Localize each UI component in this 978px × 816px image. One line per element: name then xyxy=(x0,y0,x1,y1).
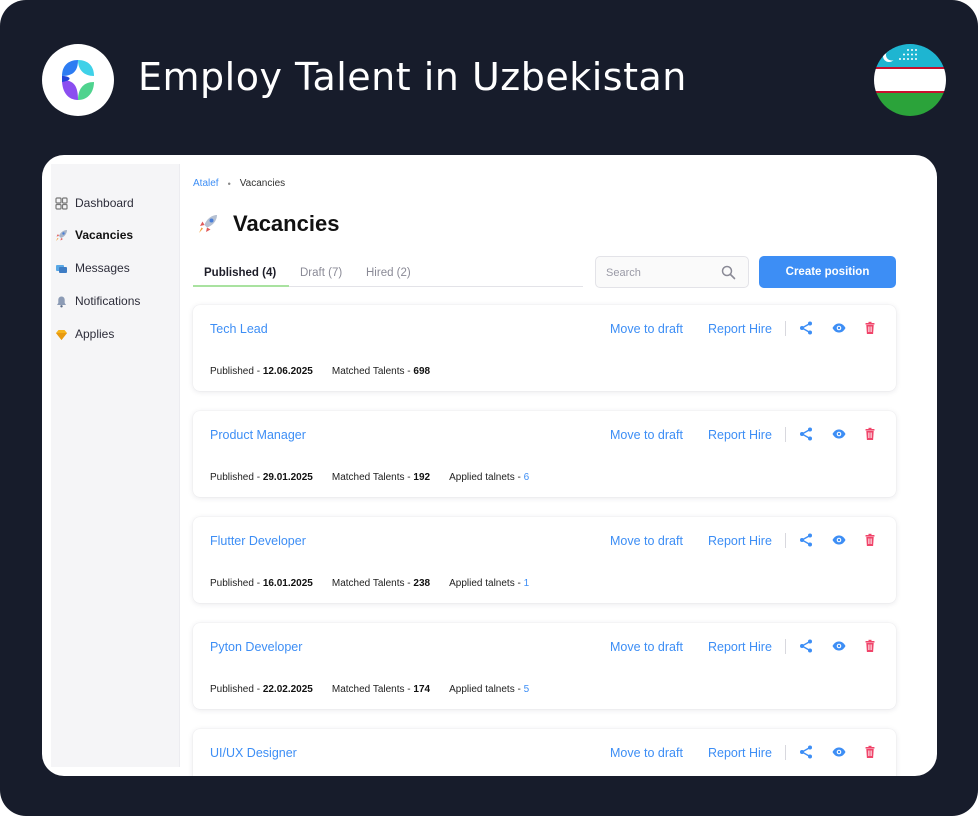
breadcrumb: Atalef • Vacancies xyxy=(193,178,285,189)
sidebar-item-label: Applies xyxy=(75,327,115,341)
vacancy-meta: Published - 22.02.2025 Matched Talents - … xyxy=(210,684,548,695)
eye-icon[interactable] xyxy=(832,639,846,653)
action-divider xyxy=(785,745,786,760)
sidebar: Dashboard Vacancies Messages Notificatio… xyxy=(51,164,180,767)
vacancy-meta: Published - 12.06.2025 Matched Talents - … xyxy=(210,366,449,377)
published-date: Published - 16.01.2025 xyxy=(210,578,313,589)
action-divider xyxy=(785,639,786,654)
eye-icon[interactable] xyxy=(832,745,846,759)
action-divider xyxy=(785,321,786,336)
trash-icon[interactable] xyxy=(863,321,877,335)
tab-published[interactable]: Published (4) xyxy=(204,259,276,287)
vacancy-card: Tech Lead Move to draft Report Hire Publish… xyxy=(193,305,896,391)
published-date: Published - 22.02.2025 xyxy=(210,684,313,695)
share-icon[interactable] xyxy=(799,427,813,441)
rocket-icon xyxy=(197,213,219,235)
eye-icon[interactable] xyxy=(832,321,846,335)
applied-talents: Applied talnets - 1 xyxy=(449,578,530,589)
vacancy-card: Pyton Developer Move to draft Report Hire P… xyxy=(193,623,896,709)
move-to-draft-button[interactable]: Move to draft xyxy=(610,428,683,442)
main-content: Atalef • Vacancies Vacancies Published (… xyxy=(193,155,937,776)
banner-title: Employ Talent in Uzbekistan xyxy=(138,55,687,99)
report-hire-button[interactable]: Report Hire xyxy=(708,322,772,336)
applied-talents: Applied talnets - 6 xyxy=(449,472,530,483)
matched-talents: Matched Talents - 174 xyxy=(331,684,431,695)
trash-icon[interactable] xyxy=(863,427,877,441)
vacancy-meta: Published - 29.01.2025 Matched Talents - … xyxy=(210,472,548,483)
gem-icon xyxy=(55,328,68,341)
search-box xyxy=(595,256,749,288)
applied-count-link[interactable]: 6 xyxy=(524,472,530,483)
applied-count-link[interactable]: 1 xyxy=(524,578,530,589)
vacancy-title[interactable]: Product Manager xyxy=(210,428,306,442)
search-icon[interactable] xyxy=(721,265,736,280)
share-icon[interactable] xyxy=(799,321,813,335)
report-hire-button[interactable]: Report Hire xyxy=(708,640,772,654)
matched-talents: Matched Talents - 192 xyxy=(331,472,431,483)
sidebar-item-messages[interactable]: Messages xyxy=(51,258,130,278)
sidebar-item-label: Dashboard xyxy=(75,196,134,210)
vacancy-card: Flutter Developer Move to draft Report Hir… xyxy=(193,517,896,603)
vacancy-title[interactable]: Pyton Developer xyxy=(210,640,302,654)
move-to-draft-button[interactable]: Move to draft xyxy=(610,322,683,336)
matched-talents: Matched Talents - 698 xyxy=(331,366,431,377)
action-divider xyxy=(785,427,786,442)
tab-hired[interactable]: Hired (2) xyxy=(366,259,411,287)
dashboard-icon xyxy=(55,196,68,210)
atalef-logo-icon xyxy=(42,44,114,116)
trash-icon[interactable] xyxy=(863,745,877,759)
trash-icon[interactable] xyxy=(863,533,877,547)
eye-icon[interactable] xyxy=(832,533,846,547)
create-position-button[interactable]: Create position xyxy=(759,256,896,288)
vacancy-title[interactable]: Flutter Developer xyxy=(210,534,306,548)
bell-icon xyxy=(55,295,68,308)
report-hire-button[interactable]: Report Hire xyxy=(708,746,772,760)
sidebar-item-label: Messages xyxy=(75,261,130,275)
vacancy-card: Product Manager Move to draft Report Hire P… xyxy=(193,411,896,497)
active-tab-indicator xyxy=(193,285,289,287)
sidebar-item-vacancies[interactable]: Vacancies xyxy=(51,225,133,245)
sidebar-item-dashboard[interactable]: Dashboard xyxy=(51,193,134,213)
share-icon[interactable] xyxy=(799,745,813,759)
sidebar-item-label: Vacancies xyxy=(75,228,134,242)
vacancy-card: UI/UX Designer Move to draft Report Hire xyxy=(193,729,896,776)
messages-icon xyxy=(55,262,68,275)
promo-frame: Employ Talent in Uzbekistan Dashboard Va… xyxy=(0,0,978,816)
app-window: Dashboard Vacancies Messages Notificatio… xyxy=(42,155,937,776)
eye-icon[interactable] xyxy=(832,427,846,441)
vacancy-meta: Published - 16.01.2025 Matched Talents - … xyxy=(210,578,548,589)
applied-count-link[interactable]: 5 xyxy=(524,684,530,695)
page-title: Vacancies xyxy=(233,211,340,236)
share-icon[interactable] xyxy=(799,639,813,653)
sidebar-item-label: Notifications xyxy=(75,294,141,308)
search-input[interactable] xyxy=(606,264,716,282)
matched-talents: Matched Talents - 238 xyxy=(331,578,431,589)
uzbekistan-flag-icon xyxy=(874,44,946,116)
move-to-draft-button[interactable]: Move to draft xyxy=(610,534,683,548)
breadcrumb-root[interactable]: Atalef xyxy=(193,178,219,189)
published-date: Published - 29.01.2025 xyxy=(210,472,313,483)
breadcrumb-separator: • xyxy=(227,178,231,189)
rocket-icon xyxy=(55,229,68,242)
vacancy-tabs: Published (4) Draft (7) Hired (2) xyxy=(193,259,583,287)
move-to-draft-button[interactable]: Move to draft xyxy=(610,746,683,760)
vacancy-title[interactable]: Tech Lead xyxy=(210,322,268,336)
published-date: Published - 12.06.2025 xyxy=(210,366,313,377)
report-hire-button[interactable]: Report Hire xyxy=(708,428,772,442)
applied-talents: Applied talnets - 5 xyxy=(449,684,530,695)
report-hire-button[interactable]: Report Hire xyxy=(708,534,772,548)
move-to-draft-button[interactable]: Move to draft xyxy=(610,640,683,654)
trash-icon[interactable] xyxy=(863,639,877,653)
action-divider xyxy=(785,533,786,548)
page-header: Vacancies xyxy=(197,211,339,237)
tab-draft[interactable]: Draft (7) xyxy=(300,259,342,287)
share-icon[interactable] xyxy=(799,533,813,547)
sidebar-item-applies[interactable]: Applies xyxy=(51,324,114,344)
vacancy-title[interactable]: UI/UX Designer xyxy=(210,746,297,760)
sidebar-item-notifications[interactable]: Notifications xyxy=(51,291,140,311)
breadcrumb-current: Vacancies xyxy=(239,178,286,189)
